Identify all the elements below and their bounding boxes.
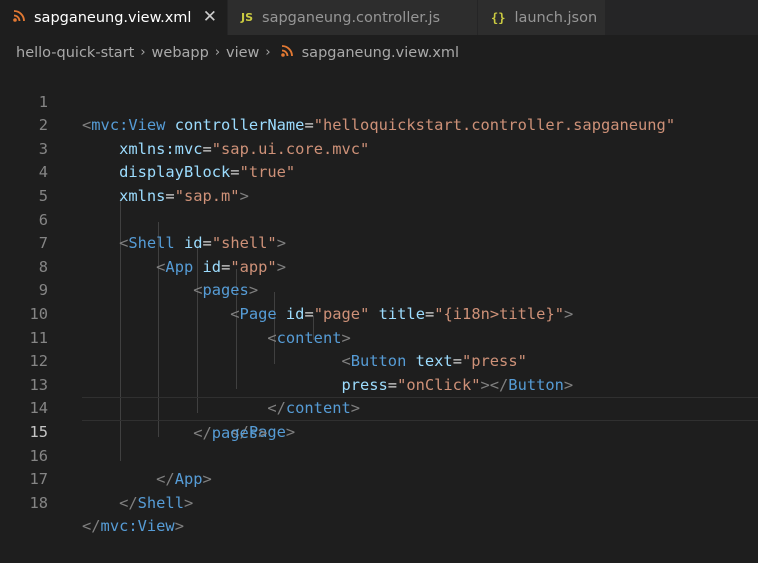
- code-line[interactable]: 17 </Shell>: [0, 445, 758, 512]
- tag-name: mvc:View: [100, 517, 175, 536]
- tab-label: launch.json: [514, 9, 598, 26]
- breadcrumb: hello-quick-start › webapp › view › sapg…: [0, 35, 758, 70]
- code-line[interactable]: 16 </App>: [0, 421, 758, 489]
- code-line[interactable]: 7 <App id="app">: [0, 209, 758, 276]
- code-line[interactable]: 8 <pages>: [0, 232, 758, 300]
- code-line[interactable]: 13 </content>: [0, 350, 758, 418]
- chevron-right-icon: ›: [214, 45, 221, 60]
- line-code: </mvc:View>: [82, 517, 184, 536]
- breadcrumb-item-webapp[interactable]: webapp: [152, 45, 209, 61]
- breadcrumb-item-file[interactable]: sapganeung.view.xml: [302, 45, 459, 61]
- code-line[interactable]: 9 <Page id="page" title="{i18n>title}">: [0, 256, 758, 323]
- tab-label: sapganeung.view.xml: [34, 9, 192, 26]
- rss-icon: [13, 9, 25, 26]
- code-line[interactable]: 6 <Shell id="shell">: [0, 185, 758, 253]
- code-line[interactable]: 18 </mvc:View>: [0, 468, 758, 536]
- tab-launch-json[interactable]: {} launch.json: [478, 0, 606, 35]
- code-line[interactable]: 12 press="onClick"></Button>: [0, 327, 758, 394]
- tab-sapganeung-controller-js[interactable]: JS sapganeung.controller.js: [228, 0, 478, 35]
- close-icon[interactable]: ✕: [203, 7, 217, 27]
- tab-bar: sapganeung.view.xml ✕ JS sapganeung.cont…: [0, 0, 758, 35]
- code-line[interactable]: 4 xmlns="sap.m">: [0, 138, 758, 205]
- code-line[interactable]: 14 </Page>: [0, 374, 758, 441]
- code-line[interactable]: 3 displayBlock="true": [0, 114, 758, 182]
- json-file-icon: {}: [491, 10, 506, 25]
- code-editor[interactable]: 1 <mvc:View controllerName="helloquickst…: [0, 67, 758, 536]
- code-line[interactable]: 2 xmlns:mvc="sap.ui.core.mvc": [0, 91, 758, 158]
- line-number: 18: [29, 493, 48, 512]
- chevron-right-icon: ›: [140, 45, 146, 60]
- code-line[interactable]: 11 <Button text="press": [0, 303, 758, 371]
- tab-label: sapganeung.controller.js: [262, 9, 441, 26]
- code-line[interactable]: 10 <content>: [0, 279, 758, 347]
- line-code: </Shell>: [119, 493, 194, 512]
- js-file-icon: JS: [241, 11, 254, 24]
- breadcrumb-item-view[interactable]: view: [226, 45, 259, 61]
- code-line[interactable]: 5: [0, 161, 758, 205]
- code-line[interactable]: 1 <mvc:View controllerName="helloquickst…: [0, 67, 758, 135]
- chevron-right-icon: ›: [265, 45, 271, 60]
- rss-icon: [277, 44, 302, 61]
- current-line-highlight[interactable]: </pages>: [82, 397, 758, 442]
- tab-sapganeung-view-xml[interactable]: sapganeung.view.xml ✕: [0, 0, 228, 35]
- tag-name: Shell: [137, 493, 184, 512]
- breadcrumb-item-hello-quick-start[interactable]: hello-quick-start: [16, 45, 134, 61]
